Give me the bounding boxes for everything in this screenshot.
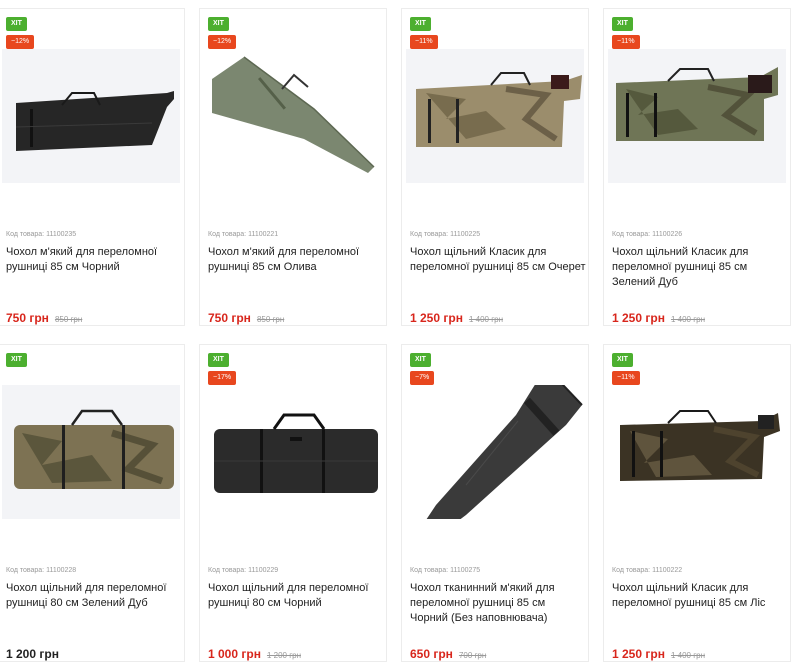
product-image[interactable] [608,49,786,183]
product-price: 1 250 грн [410,311,463,325]
hit-badge: ХІТ [612,353,633,367]
product-image[interactable] [406,385,584,519]
product-code: Код товара: 11100221 [208,231,279,238]
product-code: Код товара: 11100235 [6,231,77,238]
product-grid: ХІТ −12% Код товара: 11100235 Чохол м'як… [0,0,800,664]
hit-badge: ХІТ [612,17,633,31]
product-image[interactable] [204,49,382,183]
product-title[interactable]: Чохол щільний для переломної рушниці 80 … [6,581,182,611]
discount-badge: −11% [612,371,640,385]
hit-badge: ХІТ [6,17,27,31]
product-price: 1 250 грн [612,311,665,325]
product-code: Код товара: 11100225 [410,231,481,238]
product-price: 1 200 грн [6,647,59,661]
old-price: 1 200 грн [266,651,301,660]
product-card[interactable]: ХІТ Код товара: 11100228 Чохол щільний д… [0,344,185,662]
product-price: 750 грн [6,311,49,325]
product-price: 1 000 грн [208,647,261,661]
product-code: Код товара: 11100228 [6,567,77,574]
hit-badge: ХІТ [410,17,431,31]
product-image[interactable] [2,385,180,519]
hit-badge: ХІТ [208,17,229,31]
product-code: Код товара: 11100222 [612,567,683,574]
product-title[interactable]: Чохол м'який для переломної рушниці 85 с… [6,245,182,275]
product-price: 1 250 грн [612,647,665,661]
product-card[interactable]: ХІТ −12% Код товара: 11100235 Чохол м'як… [0,8,185,326]
discount-badge: −11% [410,35,438,49]
product-price: 650 грн [410,647,453,661]
product-card[interactable]: ХІТ −11% Код товара: 11100226 Чохол щіль… [603,8,791,326]
old-price: 850 грн [256,315,285,324]
product-title[interactable]: Чохол щільний Класик для переломної рушн… [612,245,788,290]
product-title[interactable]: Чохол тканинний м'який для переломної ру… [410,581,586,626]
product-card[interactable]: ХІТ −11% Код товара: 11100222 Чохол щіль… [603,344,791,662]
product-price: 750 грн [208,311,251,325]
product-card[interactable]: ХІТ −17% Код товара: 11100229 Чохол щіль… [199,344,387,662]
product-image[interactable] [608,385,786,519]
product-image[interactable] [406,49,584,183]
hit-badge: ХІТ [410,353,431,367]
old-price: 1 400 грн [670,651,705,660]
product-card[interactable]: ХІТ −7% Код товара: 11100275 Чохол ткани… [401,344,589,662]
old-price: 850 грн [54,315,83,324]
product-title[interactable]: Чохол м'який для переломної рушниці 85 с… [208,245,384,275]
product-title[interactable]: Чохол щільний Класик для переломної рушн… [410,245,586,275]
discount-badge: −17% [208,371,237,385]
old-price: 1 400 грн [670,315,705,324]
product-code: Код товара: 11100275 [410,567,481,574]
product-code: Код товара: 11100226 [612,231,683,238]
hit-badge: ХІТ [6,353,27,367]
discount-badge: −12% [6,35,35,49]
hit-badge: ХІТ [208,353,229,367]
discount-badge: −11% [612,35,640,49]
product-title[interactable]: Чохол щільний для переломної рушниці 80 … [208,581,384,611]
old-price: 700 грн [458,651,487,660]
old-price: 1 400 грн [468,315,503,324]
product-image[interactable] [204,385,382,519]
product-title[interactable]: Чохол щільний Класик для переломної рушн… [612,581,788,611]
product-card[interactable]: ХІТ −11% Код товара: 11100225 Чохол щіль… [401,8,589,326]
product-image[interactable] [2,49,180,183]
product-card[interactable]: ХІТ −12% Код товара: 11100221 Чохол м'як… [199,8,387,326]
discount-badge: −12% [208,35,237,49]
discount-badge: −7% [410,371,435,385]
product-code: Код товара: 11100229 [208,567,279,574]
